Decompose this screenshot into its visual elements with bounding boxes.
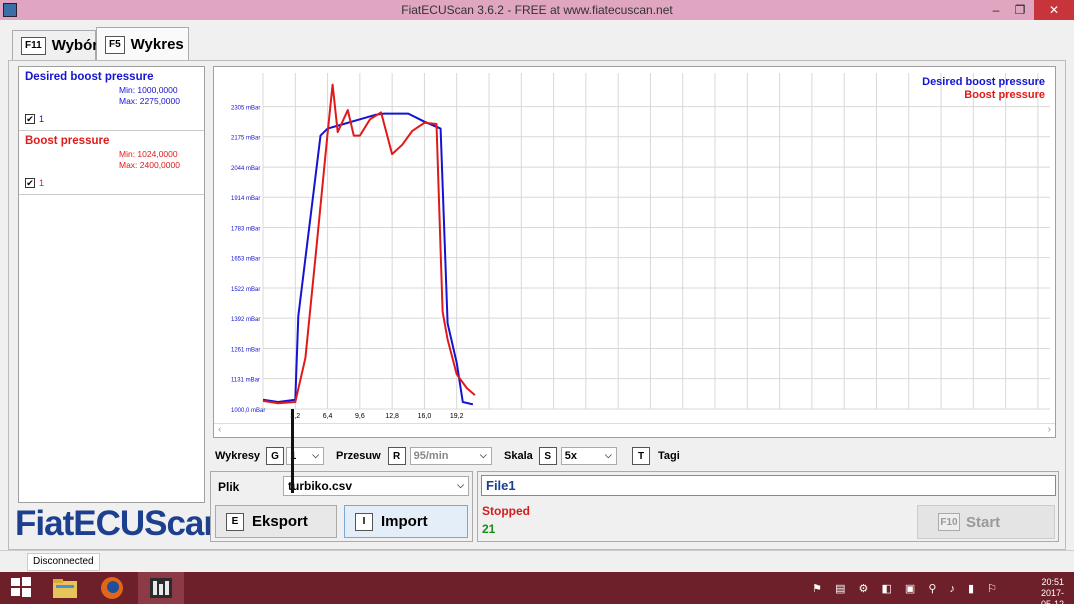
import-label: Import <box>381 513 428 530</box>
fiatecuscan-taskbar-icon[interactable] <box>138 572 184 604</box>
signal-max: Max: 2400,0000 <box>119 160 180 170</box>
legend-boost: Boost pressure <box>964 89 1045 101</box>
connection-status: Disconnected <box>27 553 100 571</box>
signal-min: Min: 1024,0000 <box>119 149 178 159</box>
window-title: FiatECUScan 3.6.2 - FREE at www.fiatecus… <box>401 3 673 17</box>
eksport-button[interactable]: E Eksport <box>215 505 337 538</box>
windows-start-icon[interactable] <box>10 576 34 600</box>
file-group: Plik turbiko.csv ⌵ E Eksport I Import <box>210 471 473 542</box>
mouse-cursor <box>291 409 294 493</box>
file-explorer-icon[interactable] <box>52 576 77 600</box>
y-tick-label: 1522 mBar <box>231 287 260 293</box>
legend-desired: Desired boost pressure <box>922 76 1045 88</box>
przesuw-select[interactable]: 95/min ⌵ <box>409 447 492 465</box>
boost-chart: 1000,0 mBar 1131 mBar 1261 mBar 1392 mBar 15… <box>231 73 1050 420</box>
y-tick-label: 1914 mBar <box>231 196 260 202</box>
close-button[interactable]: ✕ <box>1034 0 1074 20</box>
chart-legend: Desired boost pressure Boost pressure <box>922 76 1045 102</box>
chart-horizontal-scrollbar[interactable]: ‹ › <box>214 423 1055 437</box>
status-group: File1 Stopped 21 F10 Start <box>477 471 1059 542</box>
tagi-key[interactable]: T <box>632 447 650 465</box>
file-label: Plik <box>218 480 240 494</box>
y-tick-label: 1783 mBar <box>231 227 260 233</box>
chevron-down-icon: ⌵ <box>479 450 487 460</box>
firefox-icon[interactable] <box>100 576 124 600</box>
skala-key[interactable]: S <box>538 447 557 465</box>
signal-check-label: 1 <box>39 114 45 124</box>
taskbar: ⚑ ▤ ⚙ ◧ ▣ ⚲ ♪ ▮ ⚐ 20:51 2017-05-12 <box>0 572 1074 604</box>
signal-name: Desired boost pressure <box>25 71 154 83</box>
przesuw-value: 95/min <box>413 450 449 462</box>
y-tick-label: 1000,0 mBar <box>231 408 265 414</box>
wykresy-label: Wykresy <box>215 450 261 462</box>
y-tick-label: 1131 mBar <box>231 378 260 384</box>
y-tick-label: 2175 mBar <box>231 136 260 142</box>
skala-select[interactable]: 5x ⌵ <box>560 447 617 465</box>
tab-wybor-key: F11 <box>21 36 46 55</box>
signal-item-boost[interactable]: Boost pressure Min: 1024,0000 Max: 2400,… <box>19 131 204 195</box>
state-label: Stopped <box>482 504 530 518</box>
tray-icons[interactable]: ⚑ ▤ ⚙ ◧ ▣ ⚲ ♪ ▮ ⚐ <box>812 582 1002 595</box>
signal-max: Max: 2275,0000 <box>119 96 180 106</box>
status-bar: Disconnected <box>0 550 1074 572</box>
skala-value: 5x <box>564 450 577 462</box>
signal-checkbox[interactable]: ✔ <box>25 178 35 188</box>
chevron-down-icon: ⌵ <box>457 480 464 490</box>
x-tick-label: 19,2 <box>450 413 464 420</box>
tab-wybor-label: Wybór <box>51 37 99 54</box>
y-tick-label: 1392 mBar <box>231 317 260 323</box>
clock-date: 2017-05-12 <box>1040 588 1064 604</box>
y-tick-label: 1653 mBar <box>231 257 260 263</box>
scroll-left-icon[interactable]: ‹ <box>218 424 221 435</box>
file-select[interactable]: turbiko.csv ⌵ <box>283 476 469 496</box>
eksport-key: E <box>226 512 244 531</box>
tagi-control: T Tagi <box>632 446 680 466</box>
x-tick-label: 12,8 <box>385 413 399 420</box>
title-bar: FiatECUScan 3.6.2 - FREE at www.fiatecus… <box>0 0 1074 20</box>
tab-wykres[interactable]: F5 Wykres <box>96 27 189 61</box>
przesuw-control: Przesuw R 95/min ⌵ <box>336 446 492 466</box>
count-label: 21 <box>482 522 496 536</box>
x-tick-label: 16,0 <box>418 413 432 420</box>
eksport-label: Eksport <box>252 513 308 530</box>
x-tick-label: 9,6 <box>355 413 365 420</box>
series-line-boost <box>262 83 476 405</box>
wykresy-key[interactable]: G <box>266 447 285 465</box>
skala-label: Skala <box>504 450 533 462</box>
file-name-field[interactable]: File1 <box>481 475 1056 496</box>
start-button[interactable]: F10 Start <box>917 505 1055 539</box>
signal-checkbox[interactable]: ✔ <box>25 114 35 124</box>
y-tick-label: 2044 mBar <box>231 166 260 172</box>
signal-item-desired[interactable]: Desired boost pressure Min: 1000,0000 Ma… <box>19 67 204 131</box>
wykresy-control: Wykresy G 1⌵ <box>215 446 325 466</box>
signal-min: Min: 1000,0000 <box>119 85 178 95</box>
clock[interactable]: 20:51 2017-05-12 <box>1041 577 1064 604</box>
signal-name: Boost pressure <box>25 135 110 147</box>
start-key: F10 <box>938 513 960 531</box>
chevron-down-icon: ⌵ <box>312 450 320 460</box>
start-label: Start <box>966 513 1001 531</box>
skala-control: Skala S 5x ⌵ <box>504 446 617 466</box>
chart-area: 1000,0 mBar 1131 mBar 1261 mBar 1392 mBar 15… <box>213 66 1056 438</box>
clock-time: 20:51 <box>1041 577 1064 587</box>
y-tick-label: 2305 mBar <box>231 106 260 112</box>
import-button[interactable]: I Import <box>344 505 468 538</box>
chevron-down-icon: ⌵ <box>604 450 612 460</box>
brand-logo: FiatECUScan <box>15 504 225 543</box>
x-tick-label: 6,4 <box>323 413 333 420</box>
signal-check-label: 1 <box>39 178 45 188</box>
tab-wykres-label: Wykres <box>130 36 184 53</box>
tab-wybor[interactable]: F11 Wybór <box>12 30 99 60</box>
tab-wykres-key: F5 <box>105 35 125 54</box>
y-tick-label: 1261 mBar <box>231 348 260 354</box>
przesuw-label: Przesuw <box>336 450 381 462</box>
import-key: I <box>355 512 373 531</box>
signal-list: Desired boost pressure Min: 1000,0000 Ma… <box>18 66 205 503</box>
file-value: turbiko.csv <box>288 479 353 493</box>
scroll-right-icon[interactable]: › <box>1048 424 1051 435</box>
przesuw-key[interactable]: R <box>387 447 406 465</box>
restore-button[interactable]: ❐ <box>1006 0 1034 20</box>
tagi-label: Tagi <box>658 450 680 462</box>
